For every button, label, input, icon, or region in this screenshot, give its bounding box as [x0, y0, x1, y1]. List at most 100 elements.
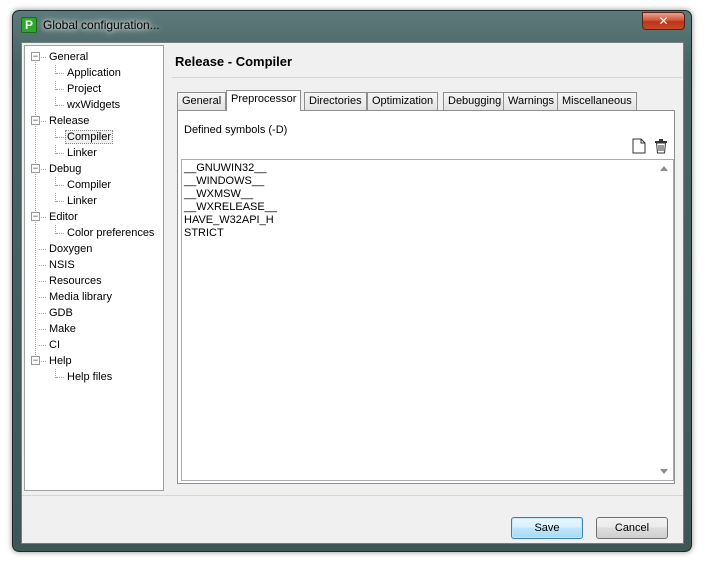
tree-item-label: Doxygen: [49, 243, 93, 255]
tree-connector: [56, 73, 64, 74]
tree-item-make[interactable]: Make: [47, 321, 78, 337]
tree-item-label: Release: [49, 115, 90, 127]
tree-item-label: Resources: [49, 275, 102, 287]
scroll-down-icon[interactable]: [660, 469, 668, 474]
tree-item-general[interactable]: General: [47, 49, 90, 65]
tree-connector: [39, 345, 46, 346]
tree-connector: [39, 169, 46, 170]
tree-item-label: Linker: [67, 147, 97, 159]
tree-connector: [56, 153, 64, 154]
tab-debugging[interactable]: Debugging: [443, 92, 507, 110]
tree-item-label: Help files: [67, 371, 113, 383]
config-window: P Global configuration... ✕ General − Appl…: [12, 10, 692, 552]
page-title: Release - Compiler: [175, 54, 293, 69]
tree-item-label: Application: [67, 67, 121, 79]
tree-item-application[interactable]: Application: [65, 65, 123, 81]
tree-item-label: Help: [49, 355, 72, 367]
tree-item-label: Debug: [49, 163, 82, 175]
collapse-icon[interactable]: −: [31, 116, 40, 125]
tree-connector: [39, 297, 46, 298]
tree-item-project[interactable]: Project: [65, 81, 103, 97]
footer-divider: [22, 495, 683, 496]
tree-item-label: wxWidgets: [67, 99, 121, 111]
tree-item-help[interactable]: Help: [47, 353, 74, 369]
tree-item-help-files[interactable]: Help files: [65, 369, 114, 385]
defined-symbols-label: Defined symbols (-D): [184, 124, 288, 136]
tree-connector: [39, 249, 46, 250]
tree-item-editor[interactable]: Editor: [47, 209, 80, 225]
tree-connector: [56, 89, 64, 90]
tree-item-ci[interactable]: CI: [47, 337, 62, 353]
tab-general[interactable]: General: [177, 92, 227, 110]
tree-item-label: Compiler: [67, 179, 112, 191]
collapse-icon[interactable]: −: [31, 164, 40, 173]
tree-item-label: Color preferences: [67, 227, 155, 239]
tree-item-label: General: [49, 51, 89, 63]
tab-preprocessor[interactable]: Preprocessor: [226, 90, 302, 111]
tree-item-gdb[interactable]: GDB: [47, 305, 75, 321]
tree-connector: [39, 361, 46, 362]
settings-tree[interactable]: General − Application Project wxWidgets Relea…: [24, 45, 164, 491]
tree-item-release[interactable]: Release: [47, 113, 91, 129]
cancel-button[interactable]: Cancel: [596, 517, 668, 539]
tree-connector: [39, 217, 46, 218]
symbol-line: __WINDOWS__: [184, 175, 265, 187]
tree-item-label: Linker: [67, 195, 97, 207]
tree-connector: [56, 137, 64, 138]
tree-item-label: Editor: [49, 211, 78, 223]
tree-item-compiler[interactable]: Compiler: [65, 177, 113, 193]
title-divider: [172, 77, 682, 78]
symbol-line: STRICT: [184, 227, 224, 239]
save-button[interactable]: Save: [511, 517, 583, 539]
symbol-line: __WXRELEASE__: [184, 201, 277, 213]
tab-optimization[interactable]: Optimization: [367, 92, 439, 110]
tab-directories[interactable]: Directories: [304, 92, 367, 110]
tree-connector: [39, 265, 46, 266]
defined-symbols-textarea[interactable]: __GNUWIN32__ __WINDOWS__ __WXMSW__ __WXRELE…: [181, 159, 674, 481]
symbol-line: HAVE_W32API_H: [184, 214, 274, 226]
new-document-icon[interactable]: [632, 138, 646, 154]
close-button[interactable]: ✕: [642, 12, 685, 30]
tree-connector: [39, 313, 46, 314]
tree-item-media-library[interactable]: Media library: [47, 289, 114, 305]
tree-item-debug[interactable]: Debug: [47, 161, 83, 177]
app-icon: P: [21, 17, 37, 33]
tree-connector: [56, 233, 64, 234]
collapse-icon[interactable]: −: [31, 212, 40, 221]
collapse-icon[interactable]: −: [31, 356, 40, 365]
tree-item-label: NSIS: [49, 259, 75, 271]
tab-miscellaneous[interactable]: Miscellaneous: [557, 92, 637, 110]
tree-item-nsis[interactable]: NSIS: [47, 257, 77, 273]
tree-item-label: Media library: [49, 291, 112, 303]
trash-icon[interactable]: [654, 138, 668, 154]
tree-connector: [39, 57, 46, 58]
tree-item-linker[interactable]: Linker: [65, 145, 99, 161]
tree-item-label: Make: [49, 323, 76, 335]
tree-item-color-preferences[interactable]: Color preferences: [65, 225, 156, 241]
tree-connector: [39, 329, 46, 330]
dialog-client: General − Application Project wxWidgets Relea…: [21, 42, 684, 544]
window-title: Global configuration...: [43, 18, 160, 32]
collapse-icon[interactable]: −: [31, 52, 40, 61]
tree-item-doxygen[interactable]: Doxygen: [47, 241, 94, 257]
tab-warnings[interactable]: Warnings: [503, 92, 560, 110]
vertical-scrollbar[interactable]: [656, 160, 673, 480]
tree-connector: [56, 201, 64, 202]
tree-item-resources[interactable]: Resources: [47, 273, 104, 289]
tree-item-label: GDB: [49, 307, 73, 319]
tree-connector: [56, 185, 64, 186]
tree-connector: [56, 377, 64, 378]
tree-item-wxwidgets[interactable]: wxWidgets: [65, 97, 122, 113]
symbol-line: __WXMSW__: [184, 188, 254, 200]
title-bar[interactable]: P Global configuration... ✕: [13, 11, 691, 41]
tree-item-label: CI: [49, 339, 60, 351]
symbol-line: __GNUWIN32__: [184, 162, 267, 174]
tree-item-linker[interactable]: Linker: [65, 193, 99, 209]
tree-item-label: Compiler: [65, 130, 114, 144]
tree-item-compiler[interactable]: Compiler: [65, 129, 114, 145]
preprocessor-tab-body: Defined symbols (-D) __GNUWIN32__ __WINDO…: [177, 110, 675, 484]
tree-connector: [39, 121, 46, 122]
tree-connector: [56, 105, 64, 106]
scroll-up-icon[interactable]: [660, 166, 668, 171]
tree-connector: [39, 281, 46, 282]
